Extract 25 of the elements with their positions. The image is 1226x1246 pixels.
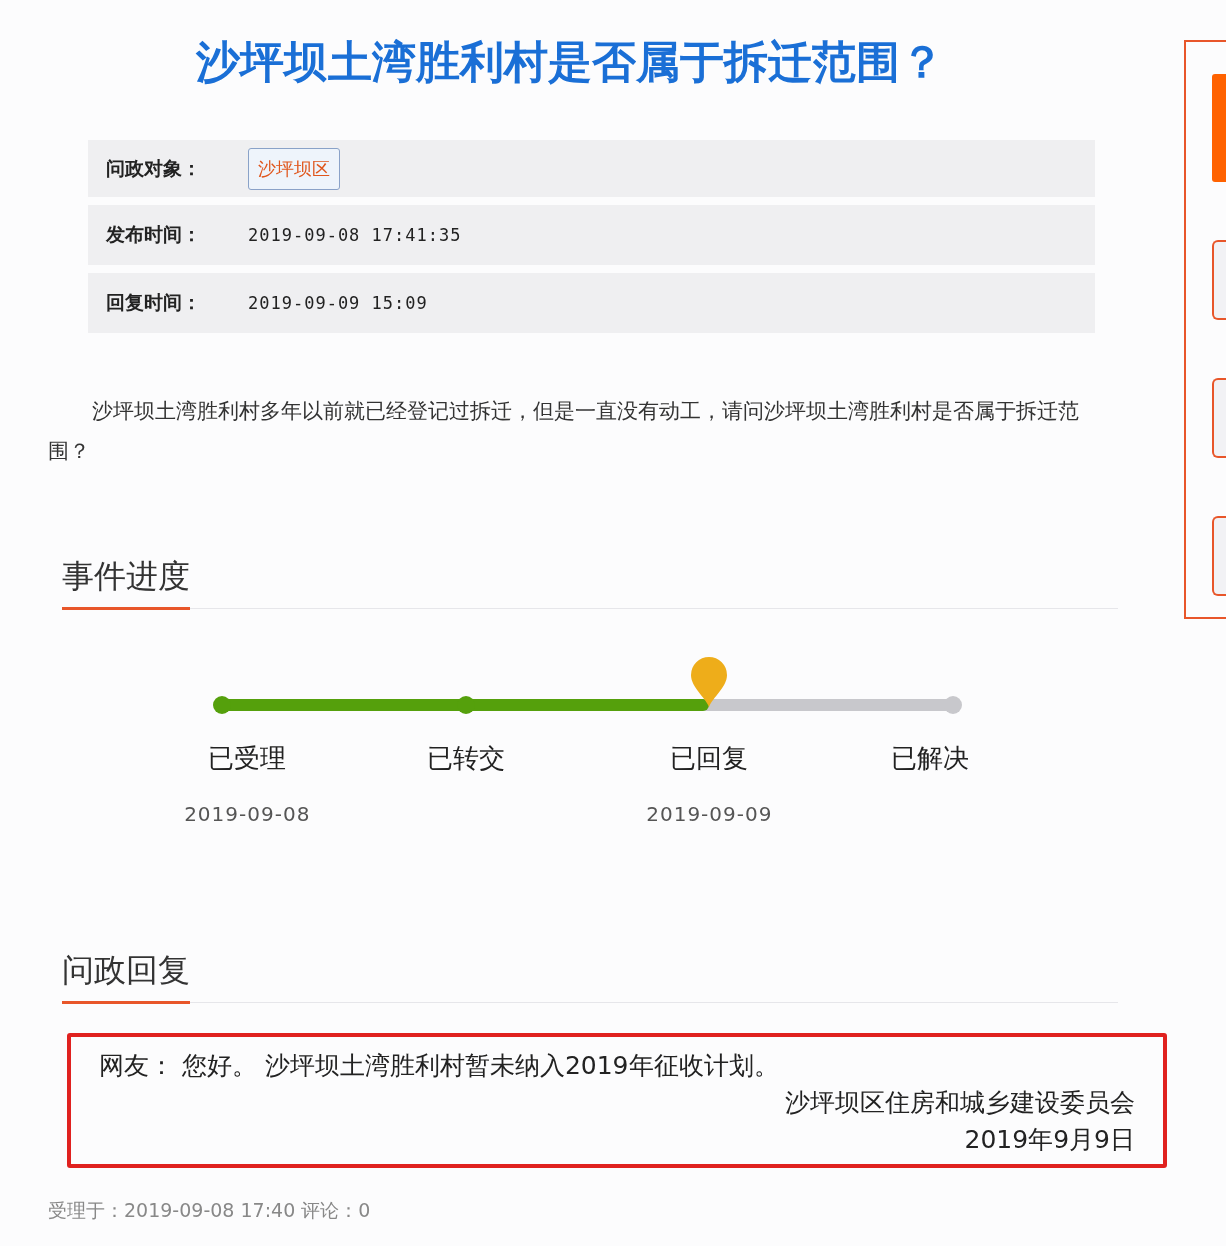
side-card[interactable] [1212, 378, 1226, 458]
question-text: 沙坪坝土湾胜利村多年以前就已经登记过拆迁，但是一直没有动工，请问沙坪坝土湾胜利村是否属于拆迁范围？ [48, 398, 1080, 465]
section-heading: 问政回复 [62, 949, 190, 1004]
reply-text: 2019年9月9日 [964, 1124, 1135, 1156]
step-date: 2019-09-09 [646, 802, 773, 826]
reply-text: 沙坪坝区住房和城乡建设委员会 [785, 1087, 1135, 1119]
info-label: 回复时间： [106, 290, 202, 315]
step-date: 2019-09-08 [184, 802, 311, 826]
step-dot [213, 696, 231, 714]
step-label: 已转交 [426, 742, 505, 775]
department-tag[interactable]: 沙坪坝区 [248, 147, 340, 190]
side-card[interactable] [1212, 240, 1226, 320]
info-value: 2019-09-09 15:09 [248, 293, 428, 313]
reply-text: 网友： 您好。 沙坪坝土湾胜利村暂未纳入2019年征收计划。 [99, 1050, 779, 1082]
step-label: 已解决 [890, 742, 969, 775]
section-heading: 事件进度 [62, 555, 190, 610]
location-pin-icon [691, 657, 728, 707]
step-label: 已受理 [208, 742, 287, 775]
page-title: 沙坪坝土湾胜利村是否属于拆迁范围？ [195, 35, 945, 89]
step-label: 已回复 [670, 742, 749, 775]
info-label: 发布时间： [106, 222, 202, 247]
info-label: 问政对象： [106, 155, 202, 181]
info-value: 2019-09-08 17:41:35 [248, 225, 462, 245]
footer-meta: 受理于：2019-09-08 17:40 评论：0 [48, 1198, 372, 1223]
side-card[interactable] [1212, 516, 1226, 596]
